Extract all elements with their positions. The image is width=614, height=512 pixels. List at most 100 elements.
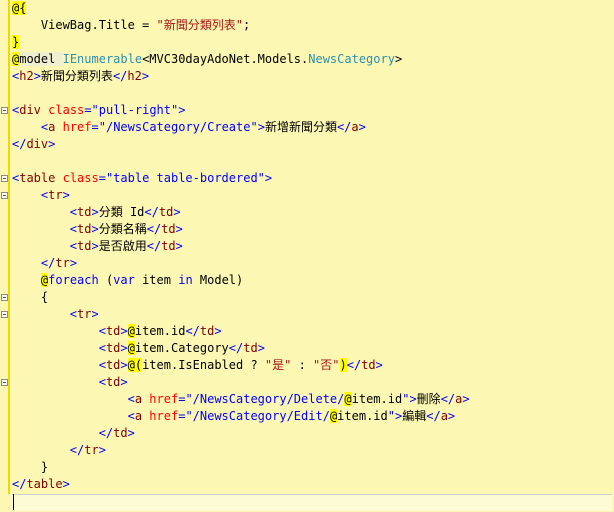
- code-token: td: [105, 341, 121, 355]
- code-token: "新聞分類列表": [156, 18, 243, 32]
- code-line[interactable]: </div>: [12, 136, 55, 153]
- code-token: =: [98, 171, 106, 185]
- code-token: =: [84, 103, 92, 117]
- code-token: >: [91, 222, 99, 236]
- code-line[interactable]: <td>@item.Category</td>: [12, 340, 265, 357]
- code-token: }: [12, 35, 20, 49]
- code-token: item.id: [351, 392, 403, 406]
- code-token: </: [12, 137, 27, 151]
- code-token: >: [358, 120, 366, 134]
- code-token: </: [98, 426, 114, 440]
- code-line[interactable]: </td>: [12, 425, 135, 442]
- code-token: <: [98, 324, 106, 338]
- code-line[interactable]: <td>分類 Id</td>: [12, 204, 181, 221]
- code-token: td: [105, 324, 121, 338]
- code-token: 編輯: [402, 409, 427, 423]
- collapse-region-icon[interactable]: [1, 379, 8, 386]
- code-line[interactable]: </tr>: [12, 255, 77, 272]
- code-token: ViewBag.Title =: [12, 18, 157, 32]
- code-line[interactable]: <tr>: [12, 187, 70, 204]
- code-token: </: [185, 324, 200, 338]
- code-token: >: [409, 392, 417, 406]
- code-token: >: [447, 409, 456, 423]
- code-token: IEnumerable: [62, 52, 143, 66]
- code-line[interactable]: <a href="/NewsCategory/Delete/@item.id">…: [12, 391, 470, 408]
- code-line[interactable]: <td>分類名稱</td>: [12, 221, 183, 238]
- code-editor[interactable]: @{ ViewBag.Title = "新聞分類列表";} @model IEnu…: [0, 0, 614, 512]
- code-token: @: [344, 392, 352, 406]
- code-token: 分類名稱: [98, 222, 147, 236]
- code-line[interactable]: ViewBag.Title = "新聞分類列表";: [12, 17, 250, 34]
- code-token: h2: [19, 69, 34, 83]
- code-token: tr: [55, 256, 70, 270]
- code-token: >: [257, 341, 265, 355]
- code-token: </: [69, 443, 85, 457]
- collapse-region-icon[interactable]: [1, 107, 8, 114]
- collapse-region-icon[interactable]: [1, 175, 8, 182]
- code-line[interactable]: <table class="table table-bordered">: [12, 170, 272, 187]
- code-line[interactable]: <a href="/NewsCategory/Edit/@item.id">編輯…: [12, 408, 455, 425]
- code-line[interactable]: </table>: [12, 476, 70, 493]
- code-token: "否": [313, 358, 340, 372]
- code-token: Model): [192, 273, 244, 287]
- code-token: >: [173, 205, 181, 219]
- collapse-region-icon[interactable]: [1, 294, 8, 301]
- code-token: <: [98, 341, 106, 355]
- code-token: td: [77, 222, 92, 236]
- code-line[interactable]: <a href="/NewsCategory/Create">新增新聞分類</a…: [12, 119, 366, 136]
- code-line[interactable]: }: [12, 459, 48, 476]
- code-line[interactable]: <td>: [12, 374, 128, 391]
- code-line[interactable]: @foreach (var item in Model): [12, 272, 243, 289]
- code-token: href: [149, 392, 179, 406]
- code-token: <: [98, 358, 106, 372]
- code-token: a: [134, 409, 143, 423]
- code-token: <: [127, 392, 135, 406]
- code-line[interactable]: <div class="pull-right">: [12, 102, 185, 119]
- code-token: </: [12, 477, 27, 491]
- code-token: </: [146, 222, 162, 236]
- code-token: h2: [127, 69, 142, 83]
- code-token: >: [462, 392, 470, 406]
- code-line[interactable]: </tr>: [12, 442, 106, 459]
- code-token: >: [178, 103, 186, 117]
- code-line[interactable]: <h2>新聞分類列表</h2>: [12, 68, 149, 85]
- code-token: </: [112, 69, 128, 83]
- code-token: td: [199, 324, 215, 338]
- code-token: >: [141, 69, 150, 83]
- code-token: ): [339, 358, 347, 372]
- code-token: "pull-right": [91, 103, 179, 117]
- code-line[interactable]: <tr>: [12, 306, 99, 323]
- code-token: >: [62, 477, 70, 491]
- code-line[interactable]: <td>是否啟用</td>: [12, 238, 183, 255]
- code-token: </: [40, 256, 56, 270]
- code-token: td: [105, 358, 121, 372]
- collapse-region-icon[interactable]: [1, 311, 8, 318]
- code-line[interactable]: <td>@item.id</td>: [12, 323, 222, 340]
- code-line[interactable]: }: [12, 34, 20, 51]
- code-token: 新增新聞分類: [264, 120, 337, 134]
- code-token: table: [19, 171, 56, 185]
- collapse-region-icon[interactable]: [1, 192, 8, 199]
- code-token: >: [120, 375, 128, 389]
- code-token: >: [120, 341, 128, 355]
- code-token: </: [346, 358, 362, 372]
- code-token: class: [62, 171, 99, 185]
- code-token: foreach: [48, 273, 99, 287]
- code-line[interactable]: @model IEnumerable<MVC30dayAdoNet.Models…: [12, 51, 402, 68]
- code-line[interactable]: <td>@(item.IsEnabled ? "是" : "否")</td>: [12, 357, 383, 374]
- code-token: table: [26, 477, 63, 491]
- code-line[interactable]: {: [12, 289, 48, 306]
- code-token: a: [440, 409, 448, 423]
- code-token: >: [91, 307, 99, 321]
- code-token: div: [19, 103, 41, 117]
- code-line[interactable]: @{: [12, 0, 27, 17]
- code-token: </: [426, 409, 441, 423]
